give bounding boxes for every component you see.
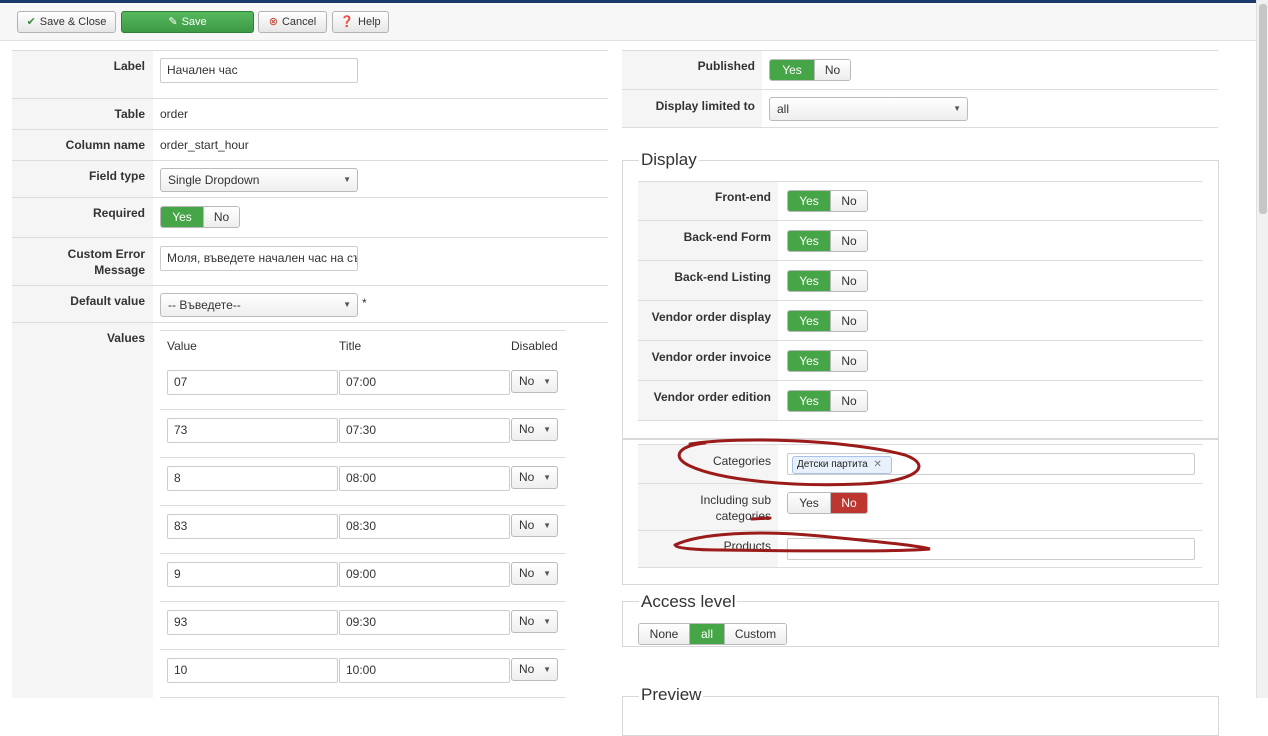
annotation-tick: [750, 516, 772, 521]
categories-annotation-circle: [677, 438, 921, 487]
preview-fieldset: [622, 696, 1219, 736]
scrollbar-thumb[interactable]: [1259, 4, 1267, 214]
vertical-scrollbar[interactable]: [1256, 0, 1268, 698]
products-annotation-stroke: [673, 531, 931, 553]
annotation-marks: [673, 438, 931, 553]
